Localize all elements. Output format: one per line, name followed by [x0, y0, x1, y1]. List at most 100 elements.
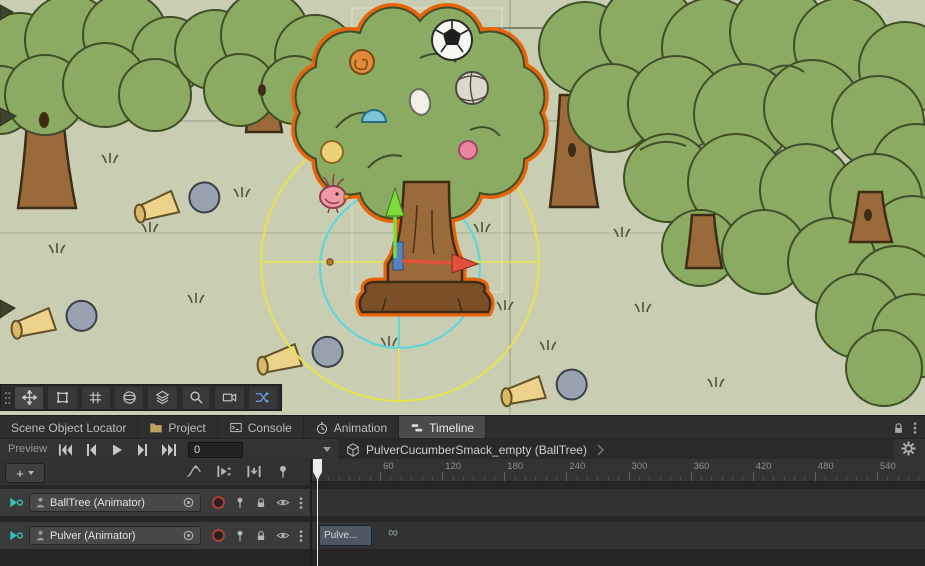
ruler-tick: [918, 476, 919, 481]
volleyball[interactable]: [456, 72, 488, 104]
ruler-tick: [339, 476, 340, 481]
ruler-tick: [804, 476, 805, 481]
timeline-breadcrumb[interactable]: PulverCucumberSmack_empty (BallTree): [338, 439, 894, 460]
ruler-tick: [556, 476, 557, 481]
ruler-tick: [515, 476, 516, 481]
pin-icon[interactable]: [234, 529, 246, 542]
track-header[interactable]: BallTree (Animator): [0, 489, 310, 516]
marker-pin-icon[interactable]: [276, 464, 290, 479]
snail-shell[interactable]: [350, 50, 374, 74]
timeline-ruler[interactable]: 60120180240300360420480540: [312, 459, 925, 482]
pink-ball[interactable]: [459, 141, 477, 159]
ruler-tick: [898, 476, 899, 481]
ruler-tick: [629, 472, 630, 481]
coordinate-toggle-icon[interactable]: [248, 386, 278, 410]
record-button[interactable]: [212, 529, 225, 542]
frame-number-input[interactable]: 0: [188, 442, 243, 458]
animator-track-icon: [8, 528, 24, 543]
mix-mode-icon[interactable]: [216, 464, 232, 479]
lock-icon[interactable]: [255, 496, 267, 509]
track-menu-icon[interactable]: [299, 496, 303, 510]
ruler-tick: [649, 476, 650, 481]
animator-component-icon: [35, 497, 46, 508]
tab-timeline[interactable]: Timeline: [399, 416, 486, 439]
soccer-ball[interactable]: [432, 20, 472, 60]
sphere-view-icon[interactable]: [114, 386, 144, 410]
yellow-ball[interactable]: [321, 141, 343, 163]
gear-icon[interactable]: [901, 441, 916, 456]
ripple-mode-icon[interactable]: [246, 464, 262, 479]
animation-clip[interactable]: Pulve...: [319, 525, 372, 546]
toolbar-grip-icon[interactable]: [4, 390, 11, 406]
target-picker-icon[interactable]: [182, 496, 195, 509]
curves-view-icon[interactable]: [186, 464, 202, 479]
ruler-tick: [473, 476, 474, 481]
ruler-tick: [349, 476, 350, 481]
ruler-tick: [753, 472, 754, 481]
tab-label: Scene Object Locator: [11, 421, 126, 435]
ruler-tick: [432, 476, 433, 481]
ruler-tick: [877, 472, 878, 481]
pin-icon[interactable]: [234, 496, 246, 509]
track-lane[interactable]: Pulve... ∞: [312, 522, 925, 549]
scene-toolbar: [0, 384, 282, 411]
track-lane[interactable]: [312, 489, 925, 516]
ruler-tick: [463, 476, 464, 481]
ruler-tick: [825, 476, 826, 481]
gameobject-cube-icon: [346, 443, 360, 457]
tab-animation[interactable]: Animation: [304, 416, 399, 439]
ruler-label: 120: [445, 461, 461, 472]
ruler-tick: [401, 476, 402, 481]
track-header[interactable]: Pulver (Animator): [0, 522, 310, 549]
clock-icon: [315, 421, 329, 435]
ruler-tick: [618, 476, 619, 481]
go-to-start-button[interactable]: [52, 439, 78, 460]
previous-frame-button[interactable]: [78, 439, 104, 460]
editor-window: Scene Object Locator Project Console Ani…: [0, 0, 925, 566]
track-label: Pulver (Animator): [50, 530, 178, 542]
record-button[interactable]: [212, 496, 225, 509]
target-picker-icon[interactable]: [182, 529, 195, 542]
next-frame-button[interactable]: [130, 439, 156, 460]
tab-scene-object-locator[interactable]: Scene Object Locator: [0, 416, 138, 439]
ruler-tick: [908, 476, 909, 481]
console-icon: [229, 421, 243, 434]
tab-project[interactable]: Project: [138, 416, 217, 439]
ruler-label: 60: [383, 461, 394, 472]
ruler-tick: [763, 476, 764, 481]
ruler-tick: [442, 472, 443, 481]
move-tool-icon[interactable]: [14, 386, 44, 410]
lock-icon[interactable]: [892, 421, 905, 435]
ruler-label: 360: [694, 461, 710, 472]
ruler-tick: [359, 476, 360, 481]
options-dropdown-caret[interactable]: [323, 447, 331, 452]
eye-icon[interactable]: [276, 496, 290, 509]
track-list-header: +: [0, 459, 310, 485]
eye-icon[interactable]: [276, 529, 290, 542]
ruler-tick: [660, 476, 661, 481]
panel-menu-icon[interactable]: [913, 421, 917, 435]
track-row[interactable]: Pulver (Animator): [0, 522, 925, 549]
ruler-tick: [484, 476, 485, 481]
transport-controls: [52, 439, 182, 460]
scene-view[interactable]: [0, 0, 925, 415]
ruler-label: 300: [632, 461, 648, 472]
chevron-right-icon: [597, 444, 604, 456]
track-name-box[interactable]: BallTree (Animator): [29, 493, 201, 512]
tab-console[interactable]: Console: [218, 416, 304, 439]
breadcrumb-label: PulverCucumberSmack_empty (BallTree): [366, 443, 587, 457]
track-menu-icon[interactable]: [299, 529, 303, 543]
rect-tool-icon[interactable]: [47, 386, 77, 410]
iso-view-icon[interactable]: [147, 386, 177, 410]
add-track-button[interactable]: +: [5, 463, 45, 483]
track-row[interactable]: BallTree (Animator): [0, 489, 925, 516]
lock-icon[interactable]: [255, 529, 267, 542]
go-to-end-button[interactable]: [156, 439, 182, 460]
play-button[interactable]: [104, 439, 130, 460]
grid-snap-icon[interactable]: [81, 386, 111, 410]
ruler-tick: [370, 476, 371, 481]
track-name-box[interactable]: Pulver (Animator): [29, 526, 201, 545]
zoom-tool-icon[interactable]: [181, 386, 211, 410]
preview-toggle[interactable]: Preview: [4, 439, 51, 460]
camera-preview-icon[interactable]: [214, 386, 244, 410]
